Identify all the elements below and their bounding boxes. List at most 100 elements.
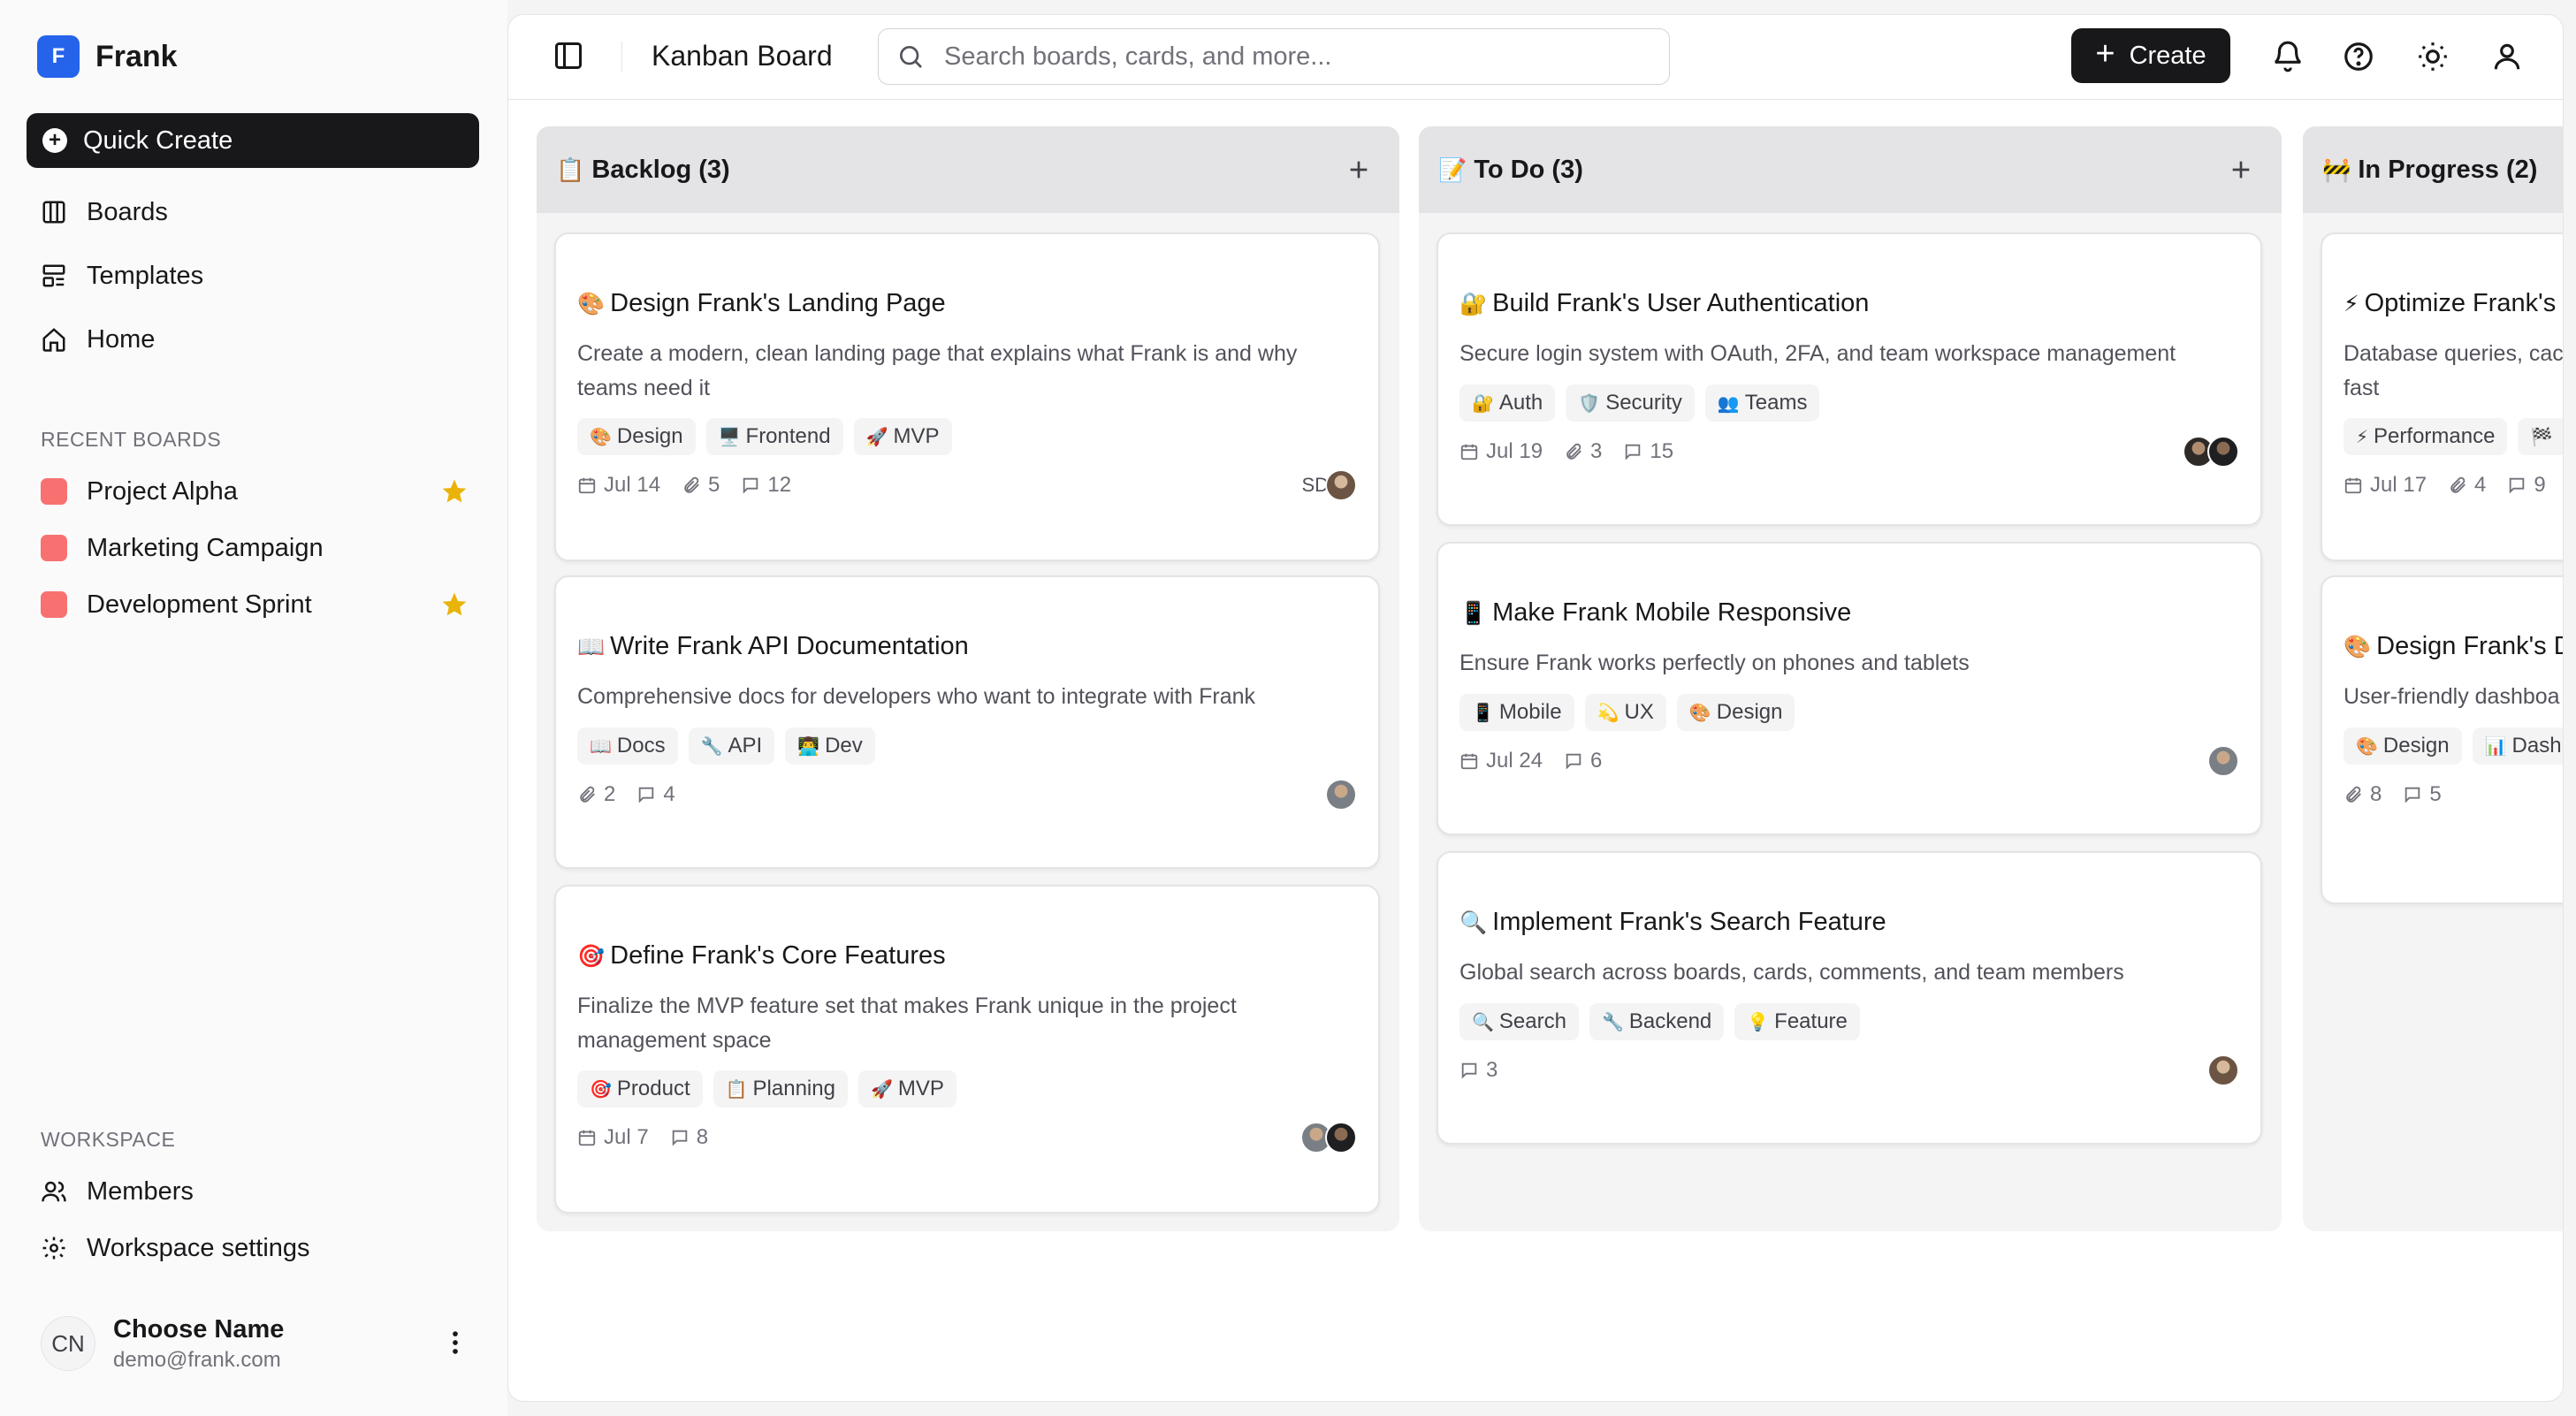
brand[interactable]: F Frank xyxy=(37,35,178,78)
card[interactable]: 📖 Write Frank API Documentation Comprehen… xyxy=(554,575,1380,869)
main-panel: Kanban Board + Create 📋 Backlog (3) 🎨Des… xyxy=(507,14,2564,1402)
search-bar[interactable] xyxy=(878,28,1670,85)
create-button[interactable]: + Create xyxy=(2071,28,2230,83)
recent-board-label: Project Alpha xyxy=(87,476,238,506)
recent-board-development-sprint[interactable]: Development Sprint xyxy=(27,576,479,633)
more-vertical-icon[interactable] xyxy=(440,1328,470,1358)
tag[interactable]: 💡 Feature xyxy=(1734,1003,1860,1040)
card[interactable]: 🎨 Design Frank's D User-friendly dashboa … xyxy=(2321,575,2564,904)
avatar[interactable] xyxy=(2207,436,2239,468)
tag-label: Teams xyxy=(1744,391,1808,415)
tag[interactable]: 🛡️ Security xyxy=(1566,384,1695,422)
card[interactable]: 🎨 Design Frank's Landing Page Create a mo… xyxy=(554,232,1380,561)
tag[interactable]: ⚡ Performance xyxy=(2344,418,2508,455)
card[interactable]: 📱 Make Frank Mobile Responsive Ensure Fra… xyxy=(1437,542,2262,835)
tag[interactable]: 🎨 Design xyxy=(577,418,696,455)
tag-icon: 🎯 xyxy=(590,1079,612,1100)
card-description: Comprehensive docs for developers who wa… xyxy=(577,684,1256,709)
tag[interactable]: 🎨 Design xyxy=(1676,694,1795,731)
tag[interactable]: 📖 Docs xyxy=(577,727,678,765)
tag[interactable]: 🎨 Design xyxy=(2344,727,2462,765)
star-icon[interactable] xyxy=(440,590,469,619)
tag[interactable]: 🔐 Auth xyxy=(1459,384,1556,422)
column-title: To Do (3) xyxy=(1474,155,1583,184)
tag-label: Design xyxy=(2382,734,2450,757)
tag[interactable]: 📱 Mobile xyxy=(1459,694,1574,731)
sidebar-item-home[interactable]: Home xyxy=(27,308,479,371)
attachments-count: 5 xyxy=(682,473,720,498)
card[interactable]: 🔍 Implement Frank's Search Feature Global… xyxy=(1437,851,2262,1145)
due-date: Jul 14 xyxy=(577,473,660,498)
card-tags: ⚡ Performance 🏁 xyxy=(2344,418,2563,455)
tag[interactable]: 🔧 API xyxy=(688,727,775,765)
sidebar-item-templates[interactable]: Templates xyxy=(27,244,479,308)
add-card-icon[interactable] xyxy=(1345,156,1373,184)
tag[interactable]: 📊 Dash xyxy=(2472,727,2563,765)
tag[interactable]: 🎯 Product xyxy=(577,1070,703,1108)
tag[interactable]: 🔧 Backend xyxy=(1589,1003,1725,1040)
recent-boards-label: RECENT BOARDS xyxy=(41,428,222,451)
sun-icon[interactable] xyxy=(2416,40,2450,73)
card[interactable]: 🎯 Define Frank's Core Features Finalize t… xyxy=(554,885,1380,1214)
recent-board-project-alpha[interactable]: Project Alpha xyxy=(27,463,479,520)
card-description: Finalize the MVP feature set that makes … xyxy=(577,993,1237,1053)
avatar[interactable] xyxy=(1325,1122,1357,1153)
card[interactable]: 🔐 Build Frank's User Authentication Secur… xyxy=(1437,232,2262,526)
sidebar-item-members[interactable]: Members xyxy=(27,1163,479,1220)
avatar[interactable] xyxy=(1325,779,1357,811)
calendar-icon xyxy=(578,1130,596,1146)
add-card-icon[interactable] xyxy=(2227,156,2255,184)
tag[interactable]: 🚀 MVP xyxy=(857,1070,956,1108)
sidebar-item-label: Members xyxy=(87,1176,194,1206)
sidebar-item-boards[interactable]: Boards xyxy=(27,180,479,244)
sidebar-item-workspace-settings[interactable]: Workspace settings xyxy=(27,1220,479,1276)
sidebar-toggle-icon[interactable] xyxy=(553,40,584,72)
card-title-text: Design Frank's D xyxy=(2376,632,2564,660)
tag[interactable]: 🔍 Search xyxy=(1459,1003,1579,1040)
comments-text: 4 xyxy=(663,782,675,806)
tag[interactable]: 🖥️ Frontend xyxy=(705,418,843,455)
tag-icon: 💫 xyxy=(1597,703,1620,723)
user-profile[interactable]: CN Choose Name demo@frank.com xyxy=(41,1315,479,1372)
search-input[interactable] xyxy=(944,42,1634,72)
template-icon xyxy=(42,264,65,287)
card-title-text: Write Frank API Documentation xyxy=(610,632,969,660)
recent-board-marketing-campaign[interactable]: Marketing Campaign xyxy=(27,520,479,576)
board-color-swatch xyxy=(41,478,67,505)
tag-icon: 🎨 xyxy=(1688,703,1711,723)
tag-label: Dev xyxy=(825,734,863,757)
quick-create-button[interactable]: + Quick Create xyxy=(27,113,479,168)
user-icon[interactable] xyxy=(2490,40,2524,73)
column-header: 🚧 In Progress (2) xyxy=(2303,126,2563,213)
sidebar-item-label: Boards xyxy=(87,197,168,226)
card-title: 🎨 Design Frank's D xyxy=(2344,632,2564,661)
due-date-text: Jul 7 xyxy=(604,1125,649,1149)
tag-icon: 📋 xyxy=(725,1079,748,1100)
tag-label: Security xyxy=(1605,391,1682,415)
card[interactable]: ⚡ Optimize Frank's Database queries, cac … xyxy=(2321,232,2563,561)
card-description: User-friendly dashboa xyxy=(2344,684,2560,709)
tag[interactable]: 👥 Teams xyxy=(1704,384,1820,422)
column-header: 📋 Backlog (3) xyxy=(537,126,1399,213)
memo-icon: 📝 xyxy=(1438,156,1467,183)
tag[interactable]: 👨‍💻 Dev xyxy=(785,727,875,765)
comments-count: 8 xyxy=(670,1125,708,1150)
tag[interactable]: 💫 UX xyxy=(1584,694,1666,731)
tag[interactable]: 📋 Planning xyxy=(713,1070,848,1108)
card-title: 📱 Make Frank Mobile Responsive xyxy=(1459,598,1851,628)
comment-icon xyxy=(639,787,654,803)
card-description: Create a modern, clean landing page that… xyxy=(577,341,1298,400)
avatar[interactable] xyxy=(2207,745,2239,777)
avatar[interactable] xyxy=(1325,469,1357,501)
users-icon xyxy=(42,1181,66,1202)
user-email: demo@frank.com xyxy=(113,1347,281,1372)
user-name: Choose Name xyxy=(113,1314,285,1344)
tag[interactable]: 🚀 MVP xyxy=(853,418,952,455)
help-icon[interactable] xyxy=(2342,40,2375,73)
avatar[interactable] xyxy=(2207,1054,2239,1086)
paperclip-icon xyxy=(1566,443,1581,460)
card-title-text: Make Frank Mobile Responsive xyxy=(1492,598,1852,627)
bell-icon[interactable] xyxy=(2271,40,2305,73)
tag[interactable]: 🏁 xyxy=(2518,418,2563,455)
star-icon[interactable] xyxy=(440,477,469,506)
